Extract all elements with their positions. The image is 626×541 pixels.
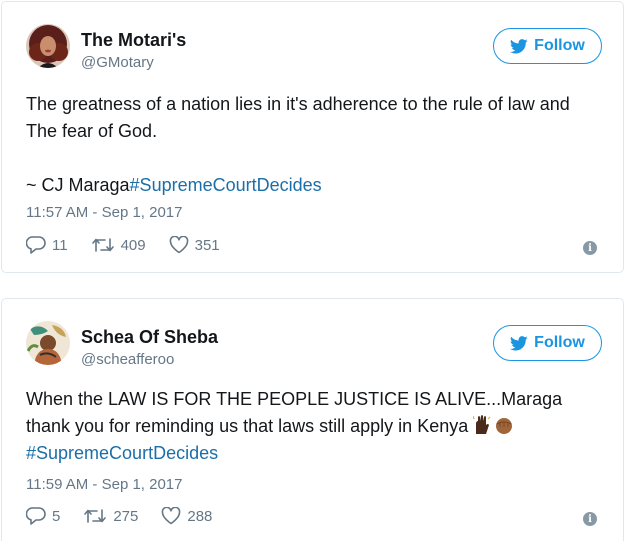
- info-icon[interactable]: i: [583, 512, 597, 526]
- tweet-text: When the LAW IS FOR THE PEOPLE JUSTICE I…: [26, 386, 603, 467]
- info-icon[interactable]: i: [583, 241, 597, 255]
- reply-icon: [26, 236, 46, 254]
- avatar[interactable]: [26, 24, 70, 68]
- tweet-card: The Motari's @GMotary Follow The greatne…: [1, 1, 624, 273]
- like-button[interactable]: 351: [169, 236, 220, 254]
- retweet-icon: [84, 509, 107, 523]
- retweet-button[interactable]: 275: [83, 507, 138, 525]
- twitter-bird-icon: [510, 38, 528, 53]
- reply-button[interactable]: 11: [26, 236, 68, 254]
- timestamp[interactable]: 11:59 AM - Sep 1, 2017: [26, 476, 183, 493]
- tweet-actions: 11 409 351: [26, 236, 243, 254]
- retweet-button[interactable]: 409: [91, 236, 146, 254]
- reply-count: 11: [52, 236, 68, 254]
- display-name[interactable]: Schea Of Sheba: [81, 327, 218, 348]
- tweet-actions: 5 275 288: [26, 507, 235, 525]
- like-button[interactable]: 288: [161, 507, 212, 525]
- timestamp[interactable]: 11:57 AM - Sep 1, 2017: [26, 204, 183, 221]
- follow-button[interactable]: Follow: [493, 325, 602, 361]
- heart-icon: [169, 236, 188, 254]
- tweet-text: The greatness of a nation lies in it's a…: [26, 91, 603, 199]
- heart-icon: [162, 507, 181, 525]
- like-count: 288: [187, 507, 213, 525]
- reply-icon: [26, 507, 46, 525]
- raised-hands-emoji-icon: [473, 415, 515, 435]
- follow-label: Follow: [534, 334, 585, 351]
- reply-count: 5: [52, 507, 61, 525]
- user-handle[interactable]: @GMotary: [81, 54, 154, 71]
- display-name[interactable]: The Motari's: [81, 30, 186, 51]
- retweet-count: 275: [113, 507, 139, 525]
- twitter-bird-icon: [510, 335, 528, 350]
- retweet-icon: [91, 238, 114, 252]
- tweet-body: The greatness of a nation lies in it's a…: [26, 94, 570, 141]
- follow-button[interactable]: Follow: [493, 28, 602, 64]
- retweet-count: 409: [120, 236, 146, 254]
- follow-label: Follow: [534, 37, 585, 54]
- hashtag-link[interactable]: #SupremeCourtDecides: [130, 175, 322, 195]
- tweet-card: Schea Of Sheba @scheafferoo Follow When …: [1, 298, 624, 541]
- tweet-signature: ~ CJ Maraga: [26, 175, 130, 195]
- like-count: 351: [194, 236, 220, 254]
- reply-button[interactable]: 5: [26, 507, 60, 525]
- hashtag-link[interactable]: #SupremeCourtDecides: [26, 443, 218, 463]
- user-handle[interactable]: @scheafferoo: [81, 351, 174, 368]
- avatar[interactable]: [26, 321, 70, 365]
